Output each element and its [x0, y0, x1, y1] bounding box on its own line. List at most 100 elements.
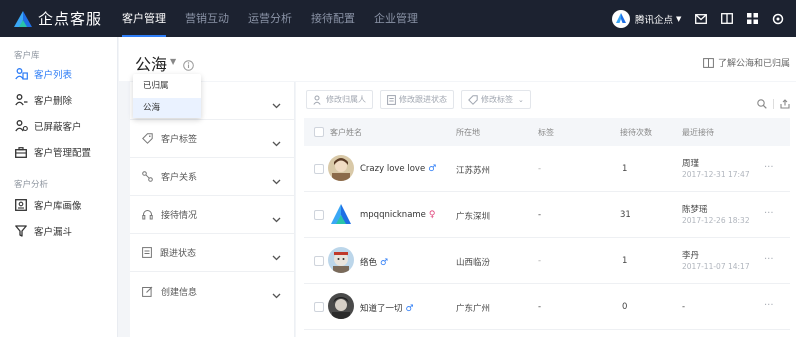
- org-avatar-icon[interactable]: [612, 9, 630, 28]
- table-row[interactable]: mpqqnickname ♀ 广东深圳 - 31 陈梦瑶 2017-12-26 1…: [304, 192, 790, 238]
- learn-link[interactable]: 了解公海和已归属: [703, 56, 790, 69]
- learn-link-label: 了解公海和已归属: [717, 59, 790, 69]
- change-tag-button[interactable]: 修改标签 ⌄: [461, 90, 531, 109]
- filter-create-info[interactable]: 创建信息: [130, 272, 295, 310]
- funnel-icon: [14, 224, 28, 238]
- top-bar: 企点客服 客户管理 营销互动 运营分析 接待配置 企业管理 腾讯企点 ▼: [0, 0, 796, 37]
- nav-item-analytics[interactable]: 运营分析: [248, 0, 292, 37]
- column-header-location[interactable]: 所在地: [456, 127, 480, 138]
- change-follow-status-button[interactable]: 修改跟进状态: [380, 90, 454, 109]
- location: 山西临汾: [456, 258, 491, 268]
- column-header-name[interactable]: 客户姓名: [330, 127, 362, 138]
- select-all-checkbox[interactable]: [314, 127, 324, 137]
- nav-item-marketing[interactable]: 营销互动: [185, 0, 229, 37]
- sidebar-item-label: 客户库画像: [34, 201, 82, 212]
- nav-item-reception-config[interactable]: 接待配置: [311, 0, 355, 37]
- customer-name[interactable]: mpqqnickname ♀: [360, 210, 436, 220]
- dropdown-option-public-pool[interactable]: 公海: [133, 98, 201, 118]
- sidebar-item-label: 已屏蔽客户: [34, 122, 82, 133]
- page-title[interactable]: 公海: [135, 51, 167, 75]
- last-reception-time: 2017-12-26 18:32: [682, 216, 750, 225]
- search-icon[interactable]: [757, 94, 767, 113]
- row-checkbox[interactable]: [314, 256, 324, 266]
- sidebar-item-customer-list[interactable]: 客户列表: [0, 61, 118, 87]
- filter-follow-status[interactable]: 跟进状态: [130, 234, 295, 272]
- more-icon[interactable]: ···: [764, 162, 774, 173]
- sidebar: 客户库 客户列表 客户删除 已屏蔽客户 客户管理配置 客户分析 客户库画像 客户…: [0, 37, 118, 337]
- page-header: 公海 ▼ 了解公海和已归属: [119, 37, 796, 81]
- row-checkbox[interactable]: [314, 210, 324, 220]
- filter-label: 接待情况: [161, 211, 198, 221]
- sidebar-item-blocked-customers[interactable]: 已屏蔽客户: [0, 113, 118, 139]
- sidebar-item-management-config[interactable]: 客户管理配置: [0, 139, 118, 165]
- customer-name-text: 知道了一切: [360, 304, 403, 314]
- column-header-tag[interactable]: 标签: [538, 127, 554, 138]
- avatar: [328, 155, 354, 181]
- edit-icon: [142, 286, 153, 297]
- book-open-icon: [703, 57, 714, 68]
- info-icon[interactable]: [183, 56, 194, 75]
- row-checkbox[interactable]: [314, 164, 324, 174]
- tag-value: -: [538, 256, 542, 266]
- settings-icon[interactable]: [772, 13, 784, 25]
- table-row[interactable]: Crazy love love ♂ 江苏苏州 - 1 周瑾 2017-12-31 …: [304, 146, 790, 192]
- reception-count: 31: [620, 210, 631, 220]
- nav-item-enterprise[interactable]: 企业管理: [374, 0, 418, 37]
- toolbar-divider: [773, 98, 774, 109]
- relation-icon: [142, 171, 153, 182]
- row-checkbox[interactable]: [314, 302, 324, 312]
- male-icon: ♂: [380, 258, 389, 268]
- customer-name[interactable]: Crazy love love ♂: [360, 164, 436, 174]
- reception-count: 1: [622, 164, 628, 174]
- user-remove-icon: [14, 93, 28, 107]
- location: 江苏苏州: [456, 166, 491, 176]
- portrait-icon: [14, 198, 28, 212]
- reception-count: 1: [622, 256, 628, 266]
- sidebar-section-customer-analysis: 客户分析: [14, 180, 49, 190]
- book-icon[interactable]: [721, 13, 734, 24]
- sidebar-item-portrait[interactable]: 客户库画像: [0, 192, 118, 218]
- last-reception-time: 2017-12-31 17:47: [682, 170, 750, 179]
- account-caret-icon[interactable]: ▼: [676, 15, 681, 23]
- column-header-count[interactable]: 接待次数: [620, 127, 652, 138]
- change-owner-button[interactable]: 修改归属人: [306, 90, 373, 109]
- title-chevron-down-icon[interactable]: ▼: [170, 57, 176, 66]
- last-receptionist: 周瑾: [682, 159, 700, 169]
- column-header-last-reception[interactable]: 最近接待: [682, 127, 714, 138]
- sidebar-item-funnel[interactable]: 客户漏斗: [0, 218, 118, 244]
- male-icon: ♂: [405, 304, 414, 314]
- customer-table-area: 修改归属人 修改跟进状态 修改标签 ⌄ 客户姓名 所在地 标签 接待次数 最近接…: [296, 82, 796, 337]
- sidebar-item-customer-delete[interactable]: 客户删除: [0, 87, 118, 113]
- filter-label: 客户标签: [161, 135, 198, 145]
- table-row[interactable]: 络色 ♂ 山西临汾 - 1 李丹 2017-11-07 14:17 ···: [304, 238, 790, 284]
- filter-reception[interactable]: 接待情况: [130, 196, 295, 234]
- location: 广东深圳: [456, 212, 491, 222]
- nav-item-customer-management[interactable]: 客户管理: [122, 0, 167, 37]
- apps-grid-icon[interactable]: [747, 13, 759, 24]
- customer-name[interactable]: 络色 ♂: [360, 256, 388, 268]
- org-name[interactable]: 腾讯企点: [635, 12, 673, 26]
- chevron-down-icon: ⌄: [518, 95, 524, 104]
- table-row[interactable]: 知道了一切 ♂ 广东广州 - 0 - ···: [304, 284, 790, 330]
- table-toolbar: 修改归属人 修改跟进状态 修改标签 ⌄: [306, 90, 538, 109]
- more-icon[interactable]: ···: [764, 254, 774, 265]
- chevron-down-icon: [272, 284, 281, 303]
- sidebar-item-label: 客户漏斗: [34, 227, 73, 238]
- customer-name-text: Crazy love love: [360, 164, 426, 174]
- qidian-logo-icon: [14, 10, 32, 27]
- more-icon[interactable]: ···: [764, 300, 774, 311]
- pool-dropdown-menu: 已归属 公海: [133, 74, 201, 118]
- mail-icon[interactable]: [695, 13, 708, 24]
- table-tools: [757, 94, 790, 113]
- export-icon[interactable]: [780, 94, 790, 113]
- avatar: [328, 293, 354, 319]
- filter-customer-relation[interactable]: 客户关系: [130, 158, 295, 196]
- app-logo[interactable]: 企点客服: [14, 8, 102, 29]
- filter-customer-tag[interactable]: 客户标签: [130, 120, 295, 158]
- customer-name[interactable]: 知道了一切 ♂: [360, 302, 414, 314]
- last-receptionist: 陈梦瑶: [682, 205, 708, 215]
- change-follow-status-label: 修改跟进状态: [399, 95, 447, 104]
- filter-panel: 来源 客户标签 客户关系 接待情况 跟进状态 创建信息: [130, 82, 295, 337]
- more-icon[interactable]: ···: [764, 208, 774, 219]
- dropdown-option-assigned[interactable]: 已归属: [133, 76, 201, 96]
